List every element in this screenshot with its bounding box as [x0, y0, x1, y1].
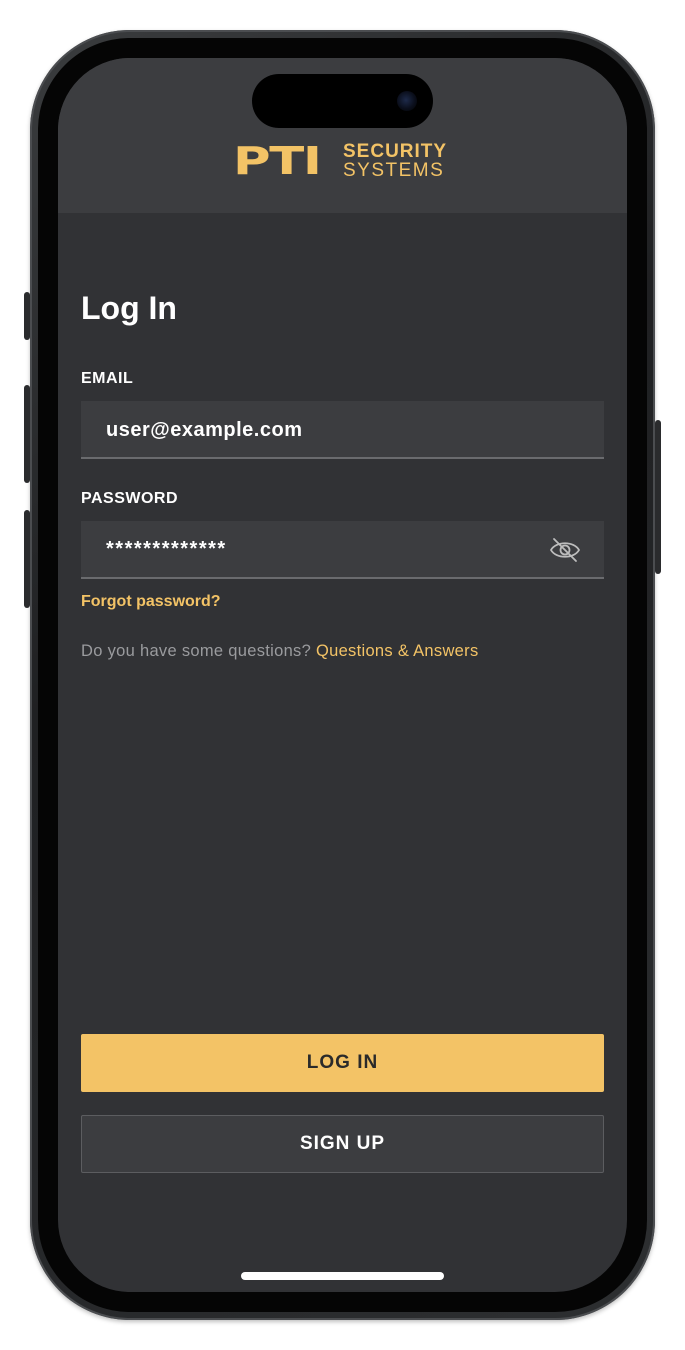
- power-button: [655, 420, 661, 574]
- home-indicator: [241, 1272, 444, 1280]
- logo-text-line1: SECURITY: [343, 141, 448, 162]
- app-screen: PTI SECURITY SYSTEMS Log In EMAIL user@e…: [58, 58, 627, 1292]
- app-header: PTI SECURITY SYSTEMS: [58, 58, 627, 213]
- email-field[interactable]: user@example.com: [81, 401, 604, 459]
- dynamic-island: [252, 74, 433, 128]
- password-value: *************: [106, 538, 227, 560]
- login-button[interactable]: LOG IN: [81, 1034, 604, 1092]
- camera-icon: [397, 91, 417, 111]
- eye-slash-icon[interactable]: [549, 537, 581, 563]
- pti-logo: PTI SECURITY SYSTEMS: [233, 139, 453, 183]
- volume-down-button: [24, 510, 30, 608]
- password-label: PASSWORD: [81, 490, 179, 507]
- questions-row: Do you have some questions? Questions & …: [81, 642, 479, 661]
- questions-prompt: Do you have some questions?: [81, 642, 312, 660]
- action-button: [24, 292, 30, 340]
- logo-text-line2: SYSTEMS: [343, 160, 445, 181]
- password-field[interactable]: *************: [81, 521, 604, 579]
- forgot-password-link[interactable]: Forgot password?: [81, 593, 221, 611]
- email-value: user@example.com: [106, 419, 303, 441]
- page-title: Log In: [81, 290, 177, 326]
- email-label: EMAIL: [81, 370, 134, 387]
- logo-mark: PTI: [233, 139, 322, 183]
- signup-button[interactable]: SIGN UP: [81, 1115, 604, 1173]
- volume-up-button: [24, 385, 30, 483]
- questions-answers-link[interactable]: Questions & Answers: [316, 642, 479, 660]
